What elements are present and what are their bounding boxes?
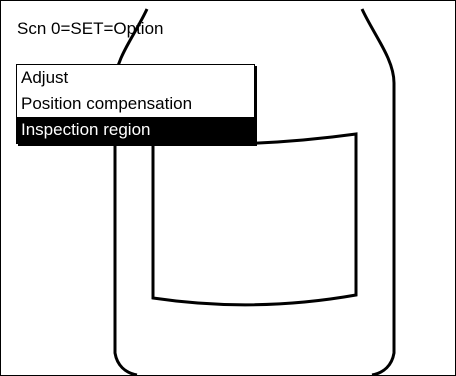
- menu-item-inspection-region[interactable]: Inspection region: [17, 117, 254, 143]
- scene-status-text: Scn 0=SET=Option: [17, 19, 164, 38]
- bottle-label-outline: [151, 132, 358, 307]
- option-menu: Adjust Position compensation Inspection …: [16, 64, 255, 144]
- bottle-camera-image: [113, 8, 396, 375]
- menu-item-position-compensation[interactable]: Position compensation: [17, 91, 254, 117]
- camera-view-screen: Scn 0=SET=Option Adjust Position compens…: [0, 0, 456, 376]
- menu-item-adjust[interactable]: Adjust: [17, 65, 254, 91]
